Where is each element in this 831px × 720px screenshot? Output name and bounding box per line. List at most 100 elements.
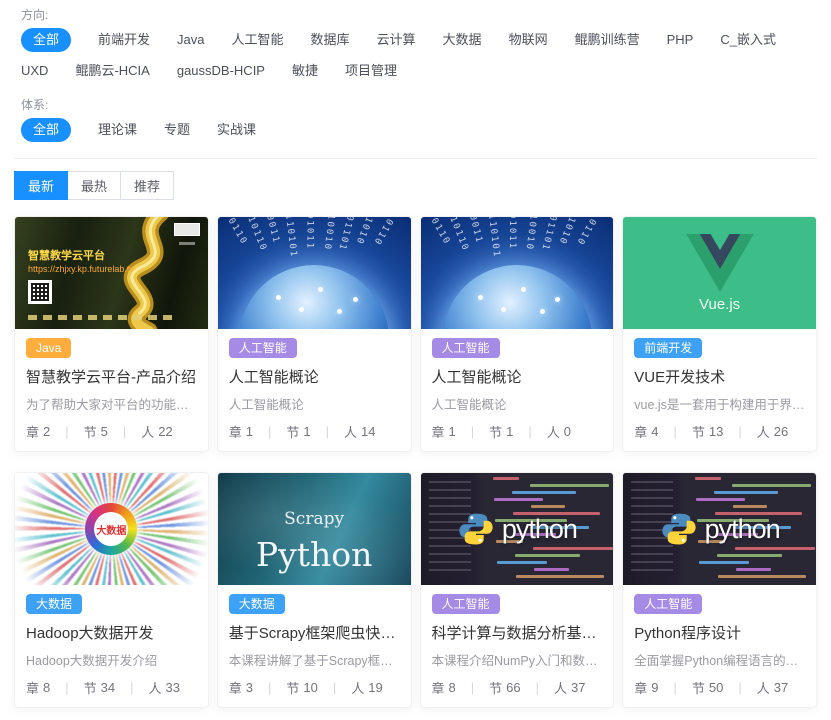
chapter-count: 4 — [651, 424, 658, 439]
binary-rain-art: 110101 — [283, 217, 298, 259]
filter-item-Java[interactable]: Java — [177, 29, 204, 51]
filter-item-前端开发[interactable]: 前端开发 — [98, 29, 150, 51]
filter-item-专题[interactable]: 专题 — [164, 119, 190, 141]
stat-separator: | — [471, 680, 474, 695]
binary-rain-art: 0110 — [371, 217, 395, 247]
course-description: 人工智能概论 — [229, 394, 400, 413]
vue-wordmark: Vue.js — [699, 296, 740, 313]
course-card-3[interactable]: 0110101100011110101010111001001101101001… — [420, 216, 615, 452]
filter-item-gaussDB-HCIP[interactable]: gaussDB-HCIP — [177, 60, 265, 82]
cover-logo-badge — [174, 223, 200, 236]
system-filter-items: 全部 理论课 专题 实战课 — [21, 118, 781, 142]
system-filter-label: 体系: — [21, 96, 817, 113]
direction-filter: 方向: 全部前端开发Java人工智能数据库云计算大数据物联网鲲鹏训练营PHPC_… — [14, 6, 817, 82]
python-wordmark: python — [705, 514, 780, 545]
course-card-8[interactable]: python 人工智能 Python程序设计 全面掌握Python编程语言的基本… — [622, 472, 817, 708]
python-logo — [457, 510, 495, 548]
binary-rain-art: 10010 — [321, 217, 335, 251]
stat-label-chapter: 章 — [26, 422, 39, 441]
course-title: 智慧教学云平台-产品介绍 — [26, 366, 197, 387]
filter-item-云计算[interactable]: 云计算 — [377, 29, 416, 51]
filter-item-人工智能[interactable]: 人工智能 — [232, 29, 284, 51]
sort-tab-最新[interactable]: 最新 — [14, 171, 68, 200]
filter-item-C_嵌入式[interactable]: C_嵌入式 — [720, 29, 776, 51]
binary-rain-art: 10010 — [524, 217, 538, 251]
stat-separator: | — [130, 680, 133, 695]
filter-item-项目管理[interactable]: 项目管理 — [345, 60, 397, 82]
chapter-count: 1 — [449, 424, 456, 439]
stat-label-chapter: 章 — [634, 422, 647, 441]
filter-item-全部[interactable]: 全部 — [21, 28, 71, 52]
binary-rain-art: 0110 — [574, 217, 598, 247]
chapter-count: 9 — [651, 680, 658, 695]
course-stats: 章1|节1|人14 — [229, 422, 400, 441]
filter-item-实战课[interactable]: 实战课 — [217, 119, 256, 141]
stat-label-person: 人 — [554, 678, 567, 697]
filter-item-大数据[interactable]: 大数据 — [443, 29, 482, 51]
course-list-page: 方向: 全部前端开发Java人工智能数据库云计算大数据物联网鲲鹏训练营PHPC_… — [0, 0, 831, 720]
section-count: 34 — [101, 680, 115, 695]
globe-node-dot — [353, 297, 358, 302]
cover-caption-art — [28, 315, 178, 320]
course-card-6[interactable]: ScrapyPython 大数据 基于Scrapy框架爬虫快速开发(... 本课… — [217, 472, 412, 708]
people-count: 26 — [774, 424, 788, 439]
cover-platform-url: https://zhjxy.kp.futurelab.tv — [28, 264, 134, 274]
course-card-5[interactable]: 大数据 大数据 Hadoop大数据开发 Hadoop大数据开发介绍 章8|节34… — [14, 472, 209, 708]
filter-item-物联网[interactable]: 物联网 — [509, 29, 548, 51]
stat-label-chapter: 章 — [229, 422, 242, 441]
stat-label-person: 人 — [149, 678, 162, 697]
stat-separator: | — [65, 424, 68, 439]
filter-item-鲲鹏云-HCIA[interactable]: 鲲鹏云-HCIA — [75, 60, 149, 82]
filter-item-全部[interactable]: 全部 — [21, 118, 71, 142]
course-stats: 章4|节13|人26 — [634, 422, 805, 441]
binary-rain-art: 110101 — [486, 217, 501, 259]
course-card-7[interactable]: python 人工智能 科学计算与数据分析基础(Pyth... 本课程介绍Num… — [420, 472, 615, 708]
filter-item-UXD[interactable]: UXD — [21, 60, 48, 82]
course-category-tag: 前端开发 — [634, 338, 702, 358]
course-description: vue.js是一套用于构建用于界面的... — [634, 394, 805, 413]
course-stats: 章2|节5|人22 — [26, 422, 197, 441]
course-cover-image: python — [623, 473, 816, 585]
people-count: 0 — [564, 424, 571, 439]
filter-item-敏捷[interactable]: 敏捷 — [292, 60, 318, 82]
people-count: 14 — [361, 424, 375, 439]
course-card-1[interactable]: 智慧教学云平台https://zhjxy.kp.futurelab.tv Jav… — [14, 216, 209, 452]
course-title: VUE开发技术 — [634, 366, 805, 387]
globe-node-dot — [318, 287, 323, 292]
binary-rain-art: 0011 — [264, 217, 281, 245]
filter-item-理论课[interactable]: 理论课 — [98, 119, 137, 141]
people-count: 37 — [774, 680, 788, 695]
stat-label-chapter: 章 — [229, 678, 242, 697]
stat-separator: | — [674, 680, 677, 695]
stat-separator: | — [536, 680, 539, 695]
stat-label-person: 人 — [547, 422, 560, 441]
section-count: 1 — [506, 424, 513, 439]
section-count: 5 — [101, 424, 108, 439]
chapter-count: 1 — [246, 424, 253, 439]
section-count: 1 — [303, 424, 310, 439]
sort-tab-最热[interactable]: 最热 — [67, 171, 121, 200]
course-card-4[interactable]: Vue.js 前端开发 VUE开发技术 vue.js是一套用于构建用于界面的..… — [622, 216, 817, 452]
stat-label-section: 节 — [692, 422, 705, 441]
course-card-2[interactable]: 0110101100011110101010111001001101101001… — [217, 216, 412, 452]
course-description: 为了帮助大家对平台的功能加深理... — [26, 394, 197, 413]
filter-item-PHP[interactable]: PHP — [667, 29, 694, 51]
stat-label-section: 节 — [84, 678, 97, 697]
digital-globe-art — [239, 265, 389, 329]
python-brand: python — [623, 473, 816, 585]
ring-center: 大数据 — [94, 512, 128, 546]
section-count: 10 — [303, 680, 317, 695]
stat-label-chapter: 章 — [432, 678, 445, 697]
sort-tab-推荐[interactable]: 推荐 — [120, 171, 174, 200]
scrapy-wordmark: Scrapy — [218, 509, 411, 529]
stat-label-section: 节 — [286, 422, 299, 441]
stat-separator: | — [123, 424, 126, 439]
section-count: 66 — [506, 680, 520, 695]
filter-item-数据库[interactable]: 数据库 — [311, 29, 350, 51]
sort-tabs: 最新最热推荐 — [14, 171, 817, 200]
course-cover-image: 0110101100011110101010111001001101101001… — [218, 217, 411, 329]
stat-label-section: 节 — [286, 678, 299, 697]
binary-rain-art: 01101 — [539, 217, 558, 252]
filter-item-鲲鹏训练营[interactable]: 鲲鹏训练营 — [575, 29, 640, 51]
stat-label-person: 人 — [141, 422, 154, 441]
